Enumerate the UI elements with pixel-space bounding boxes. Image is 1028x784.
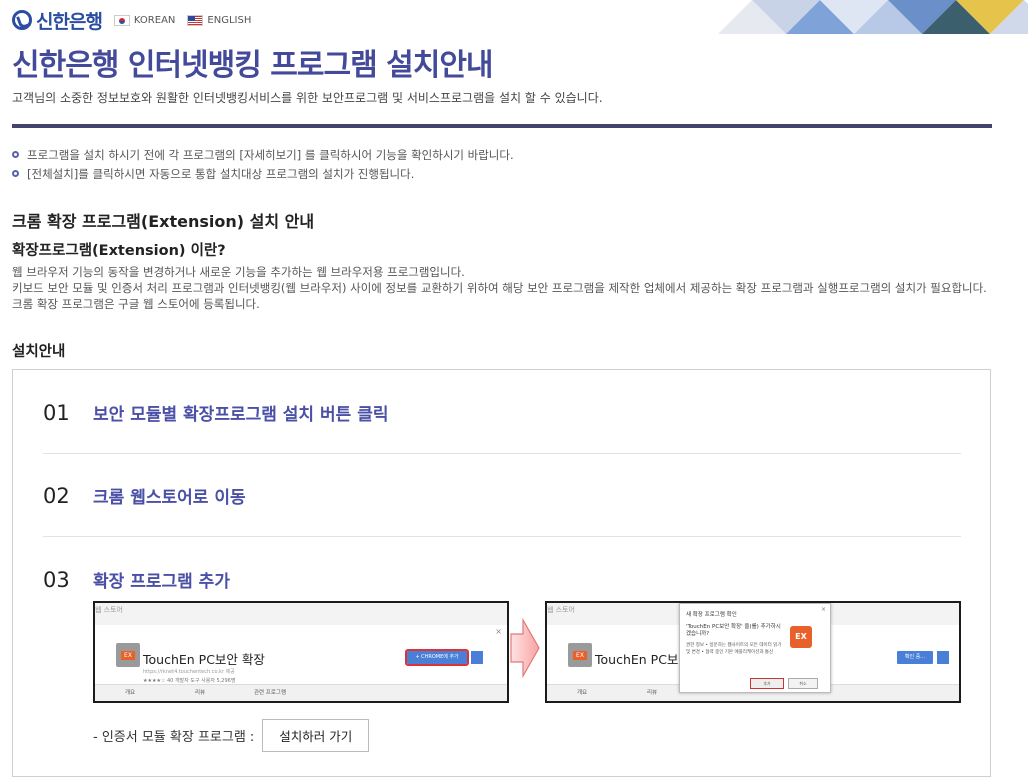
extension-section-title: 크롬 확장 프로그램(Extension) 설치 안내 [12,212,315,231]
right-arrow-icon [510,618,540,678]
lang-english-link[interactable]: ENGLISH [187,14,252,26]
extension-name: TouchEn PC보안 [595,652,690,667]
page-title: 신한은행 인터넷뱅킹 프로그램 설치안내 [12,48,494,83]
extension-question: 확장프로그램(Extension) 이란? [12,243,226,259]
add-extension-dialog: 새 확장 프로그램 확인 × 'TouchEn PC보안 확장' 을(를) 추가… [679,603,831,693]
share-icon [937,651,949,664]
step-divider [43,536,961,537]
close-icon: × [495,627,502,636]
checking-button: 확인 중... [897,651,933,664]
step-text: 크롬 웹스토어로 이동 [93,488,246,508]
bullet-circle-icon [12,151,19,158]
step-divider [43,453,961,454]
lang-korean-link[interactable]: KOREAN [113,14,176,26]
usa-flag-icon [187,14,204,26]
header-decoration [718,0,1028,34]
close-icon: × [820,606,826,613]
notice-list: 프로그램을 설치 하시기 전에 각 프로그램의 [자세히보기] 를 클릭하시어 … [12,145,514,183]
guide-title: 설치안내 [12,344,66,360]
step-number: 01 [43,400,70,425]
extension-desc-line: 웹 브라우저 기능의 동작을 변경하거나 새로운 기능을 추가하는 웹 브라우저… [12,265,465,279]
top-bar: 신한은행 KOREAN ENGLISH [12,7,252,34]
notice-item: 프로그램을 설치 하시기 전에 각 프로그램의 [자세히보기] 를 클릭하시어 … [12,145,514,164]
step-number: 02 [43,483,70,508]
dialog-cancel-button: 취소 [788,678,818,689]
page-subtitle: 고객님의 소중한 정보보호와 원활한 인터넷뱅킹서비스를 위한 보안프로그램 및… [12,91,603,105]
step-2: 02 크롬 웹스토어로 이동 [43,483,246,509]
extension-description: 웹 브라우저 기능의 동작을 변경하거나 새로운 기능을 추가하는 웹 브라우저… [12,264,997,312]
dialog-add-button: 추가 [750,678,784,689]
extension-name: TouchEn PC보안 확장 [143,652,265,667]
notice-item: [전체설치]를 클릭하시면 자동으로 통합 설치대상 프로그램의 설치가 진행됩… [12,164,514,183]
cert-install-row: - 인증서 모듈 확장 프로그램 : 설치하러 가기 [93,719,370,752]
step-1: 01 보안 모듈별 확장프로그램 설치 버튼 클릭 [43,400,389,426]
install-cert-extension-button[interactable]: 설치하러 가기 [262,719,370,752]
extension-puzzle-icon [568,643,592,667]
step-text: 보안 모듈별 확장프로그램 설치 버튼 클릭 [93,405,389,425]
ex-logo-icon: EX [790,626,812,648]
korea-flag-icon [113,14,130,26]
header-divider [12,124,992,128]
extension-puzzle-icon [116,643,140,667]
shinhan-logo-icon [12,10,32,30]
guide-box: 01 보안 모듈별 확장프로그램 설치 버튼 클릭 02 크롬 웹스토어로 이동… [12,369,991,777]
logo-text: 신한은행 [36,10,103,33]
store-screenshot-before: 웹 스토어 추천 TouchEn PC보안 확장 https://rknet4.… [93,601,509,703]
add-to-chrome-button: + CHROME에 추가 [405,649,469,666]
step-3: 03 확장 프로그램 추가 [43,567,230,593]
share-icon [471,651,483,664]
step-number: 03 [43,567,70,592]
store-screenshot-dialog: 웹 스토어 추천 TouchEn PC보안 확인 중... 개요 리뷰 새 확장… [545,601,961,703]
extension-desc-line: 키보드 보안 모듈 및 인증서 처리 프로그램과 인터넷뱅킹(웹 브라우저) 사… [12,281,987,311]
cert-label: - 인증서 모듈 확장 프로그램 : [93,730,255,745]
lang-english-label: ENGLISH [207,14,252,26]
lang-korean-label: KOREAN [133,14,176,26]
step-text: 확장 프로그램 추가 [93,572,230,592]
shinhan-logo[interactable]: 신한은행 [12,7,103,34]
bullet-circle-icon [12,170,19,177]
